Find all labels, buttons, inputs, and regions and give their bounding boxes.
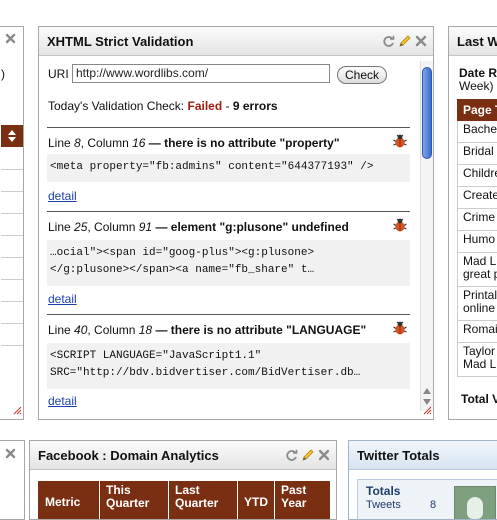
table-row — [1, 192, 23, 214]
sort-header[interactable] — [1, 125, 23, 147]
table-row: Taylor Mad L — [457, 343, 497, 377]
uri-input[interactable]: http://www.wordlibs.com/ — [72, 64, 330, 83]
column-header-last-quarter[interactable]: Last Quarter — [175, 484, 218, 510]
error-item: Line 40, Column 18 — there is no attribu… — [47, 314, 410, 415]
status-failed: Failed — [187, 99, 223, 113]
left-widget: ) — [0, 26, 24, 420]
last-week-widget: Last W Date RWeek) Page T Bache Bridal C… — [448, 26, 497, 420]
page-title-header[interactable]: Page T — [457, 99, 497, 121]
close-icon[interactable] — [5, 448, 16, 462]
table-row: Humo — [457, 231, 497, 253]
scrollbar-thumb[interactable] — [422, 67, 432, 159]
error-title: Line 40, Column 18 — there is no attribu… — [48, 323, 367, 337]
uri-label: URI — [48, 67, 69, 81]
widget-header[interactable]: Last W — [449, 27, 497, 56]
widget-header[interactable]: XHTML Strict Validation — [39, 27, 433, 56]
error-count: 9 errors — [232, 99, 278, 113]
status-separator: - — [222, 99, 233, 113]
close-icon[interactable] — [318, 449, 330, 461]
table-row — [1, 302, 23, 324]
table-row — [1, 170, 23, 192]
twitter-totals-widget: Twitter Totals Totals Tweets 8 — [348, 440, 497, 520]
table-row — [1, 214, 23, 236]
error-code: <meta property="fb:admins" content="6443… — [47, 154, 410, 182]
column-header-this-quarter[interactable]: This Quarter — [106, 484, 149, 510]
total-views-label: Total V — [461, 392, 497, 406]
table-row: Childre — [457, 165, 497, 187]
widget-title: Twitter Totals — [357, 448, 440, 463]
table-row — [1, 280, 23, 302]
table-row — [1, 148, 23, 170]
validation-status: Today's Validation Check: Failed - 9 err… — [48, 99, 278, 113]
bug-icon — [392, 217, 408, 236]
bottom-left-widget — [0, 440, 25, 520]
table-row: Create — [457, 187, 497, 209]
avatar — [454, 486, 496, 519]
table-row — [1, 258, 23, 280]
table-row: Crime — [457, 209, 497, 231]
refresh-icon[interactable] — [285, 449, 298, 462]
totals-label: Totals — [366, 484, 401, 498]
edit-pencil-icon[interactable] — [301, 448, 315, 462]
check-button[interactable]: Check — [337, 66, 387, 84]
column-header-ytd[interactable]: YTD — [244, 496, 268, 509]
detail-link[interactable]: detail — [48, 394, 77, 408]
widget-header[interactable]: Facebook : Domain Analytics — [30, 441, 336, 470]
table-row — [1, 324, 23, 346]
bug-icon — [392, 133, 408, 152]
column-header-metric[interactable]: Metric — [45, 496, 80, 509]
error-code: …ocial"><span id="goog-plus"><g:plusone>… — [47, 240, 410, 286]
table-row: Romai — [457, 321, 497, 343]
detail-link[interactable]: detail — [48, 189, 77, 203]
validation-widget: XHTML Strict Validation URI http://www.w… — [38, 26, 434, 420]
error-title: Line 8, Column 16 — there is no attribut… — [48, 136, 340, 150]
table-row: Mad L great p — [457, 253, 497, 287]
detail-link[interactable]: detail — [48, 292, 77, 306]
table-row: Bache — [457, 121, 497, 143]
vertical-scrollbar[interactable] — [420, 61, 433, 411]
status-label: Today's Validation Check: — [48, 99, 188, 113]
edit-pencil-icon[interactable] — [398, 34, 412, 48]
date-range-label: Date R Week) — [459, 66, 497, 93]
error-item: Line 8, Column 16 — there is no attribut… — [47, 127, 410, 208]
close-icon[interactable] — [5, 33, 16, 47]
widget-title: Last W — [457, 34, 497, 49]
table-row: Printal online — [457, 287, 497, 321]
widget-title: XHTML Strict Validation — [47, 34, 194, 49]
table-row — [1, 236, 23, 258]
widget-header[interactable]: Twitter Totals — [349, 441, 497, 470]
table-row: Bridal — [457, 143, 497, 165]
twitter-totals-box: Totals Tweets 8 — [357, 479, 497, 519]
column-header-past-year[interactable]: Past Year — [281, 484, 306, 510]
sort-icon — [8, 130, 16, 142]
close-icon[interactable] — [415, 35, 427, 47]
left-widget-text: ) — [1, 67, 5, 81]
tweets-count: 8 — [430, 499, 437, 511]
resize-grip-icon[interactable] — [13, 404, 22, 418]
bug-icon — [392, 320, 408, 339]
error-code: <SCRIPT LANGUAGE="JavaScript1.1" SRC="htt… — [47, 343, 410, 389]
refresh-icon[interactable] — [382, 35, 395, 48]
error-title: Line 25, Column 91 — element "g:plusone"… — [48, 220, 349, 234]
error-item: Line 25, Column 91 — element "g:plusone"… — [47, 211, 410, 312]
facebook-analytics-widget: Facebook : Domain Analytics Metric This … — [29, 440, 337, 520]
widget-title: Facebook : Domain Analytics — [38, 448, 219, 463]
tweets-label: Tweets — [366, 499, 401, 511]
analytics-table-header: Metric This Quarter Last Quarter YTD Pas… — [38, 481, 330, 519]
resize-grip-icon[interactable] — [423, 404, 432, 418]
